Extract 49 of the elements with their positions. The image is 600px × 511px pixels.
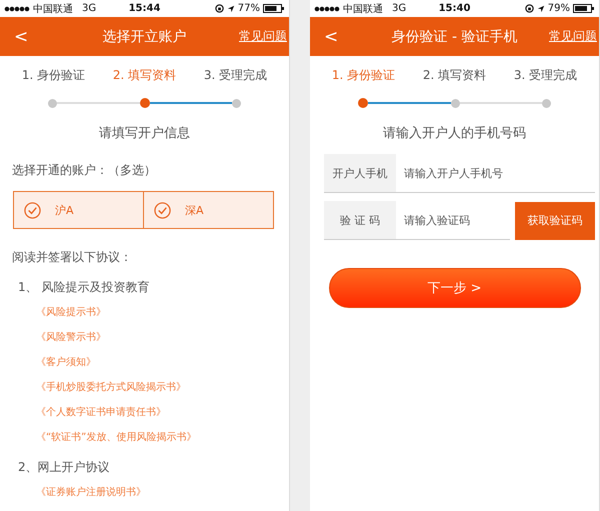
- signal-icon: [4, 6, 30, 12]
- step-label: 3. 受理完成: [204, 67, 268, 84]
- agreement-link[interactable]: 《手机炒股委托方式风险揭示书》: [18, 371, 289, 396]
- step-label: 1. 身份验证: [22, 67, 86, 84]
- network-type: 3G: [82, 3, 96, 14]
- section-heading: 请输入开户人的手机号码: [382, 125, 527, 142]
- agreement-link[interactable]: 《“软证书”发放、使用风险揭示书》: [18, 421, 289, 446]
- step-label: 2. 填写资料: [112, 67, 176, 84]
- faq-link[interactable]: 常见问题: [549, 28, 597, 45]
- agreement-link[interactable]: 《风险提示书》: [18, 296, 289, 321]
- agreement-label: 阅读并签署以下协议：: [11, 249, 133, 266]
- agreement-link[interactable]: 《风险警示书》: [18, 321, 289, 346]
- input-field[interactable]: 请输入验证码: [396, 212, 510, 228]
- page-title: 身份验证 - 验证手机: [392, 28, 518, 46]
- signal-icon: [314, 6, 340, 12]
- agreement-link[interactable]: 《客户须知》: [18, 346, 289, 371]
- carrier-name: 中国联通: [33, 2, 73, 16]
- account-label: 选择开通的账户：（多选）: [11, 162, 157, 179]
- carrier-name: 中国联通: [343, 2, 383, 16]
- field-label: 开户人手机: [324, 154, 396, 192]
- page-title: 选择开立账户: [102, 28, 186, 46]
- section-heading: 请填写开户信息: [98, 125, 191, 142]
- faq-link[interactable]: 常见问题: [239, 28, 287, 45]
- next-button[interactable]: 下一步 >: [328, 268, 580, 308]
- back-button[interactable]: <: [0, 26, 42, 46]
- status-time: 15:44: [128, 3, 160, 14]
- battery-percent: 79%: [548, 3, 570, 14]
- get-code-button[interactable]: 获取验证码: [515, 202, 595, 240]
- rotation-lock-icon: [524, 4, 534, 13]
- battery-icon: [263, 4, 285, 13]
- battery-percent: 77%: [238, 3, 260, 14]
- account-option[interactable]: 深A: [143, 192, 273, 228]
- step-label: 2. 填写资料: [422, 67, 486, 84]
- location-arrow-icon: [536, 4, 545, 12]
- field-label: 验 证 码: [324, 201, 396, 239]
- agreement-link[interactable]: 《个人数字证书申请责任书》: [18, 396, 289, 421]
- network-type: 3G: [392, 3, 406, 14]
- agreement-group-title: 1、 风险提示及投资教育: [18, 279, 150, 296]
- agreement-link[interactable]: 《证券账户注册说明书》: [18, 476, 289, 501]
- step-label: 1. 身份验证: [332, 67, 396, 84]
- battery-icon: [573, 4, 595, 13]
- back-button[interactable]: <: [310, 26, 352, 46]
- account-option[interactable]: 沪A: [14, 192, 143, 228]
- input-field[interactable]: 请输入开户人手机号: [396, 166, 595, 180]
- step-label: 3. 受理完成: [514, 67, 578, 84]
- rotation-lock-icon: [214, 4, 224, 13]
- agreement-group-title: 2、网上开户协议: [18, 459, 111, 476]
- status-time: 15:40: [438, 3, 470, 14]
- location-arrow-icon: [226, 4, 235, 12]
